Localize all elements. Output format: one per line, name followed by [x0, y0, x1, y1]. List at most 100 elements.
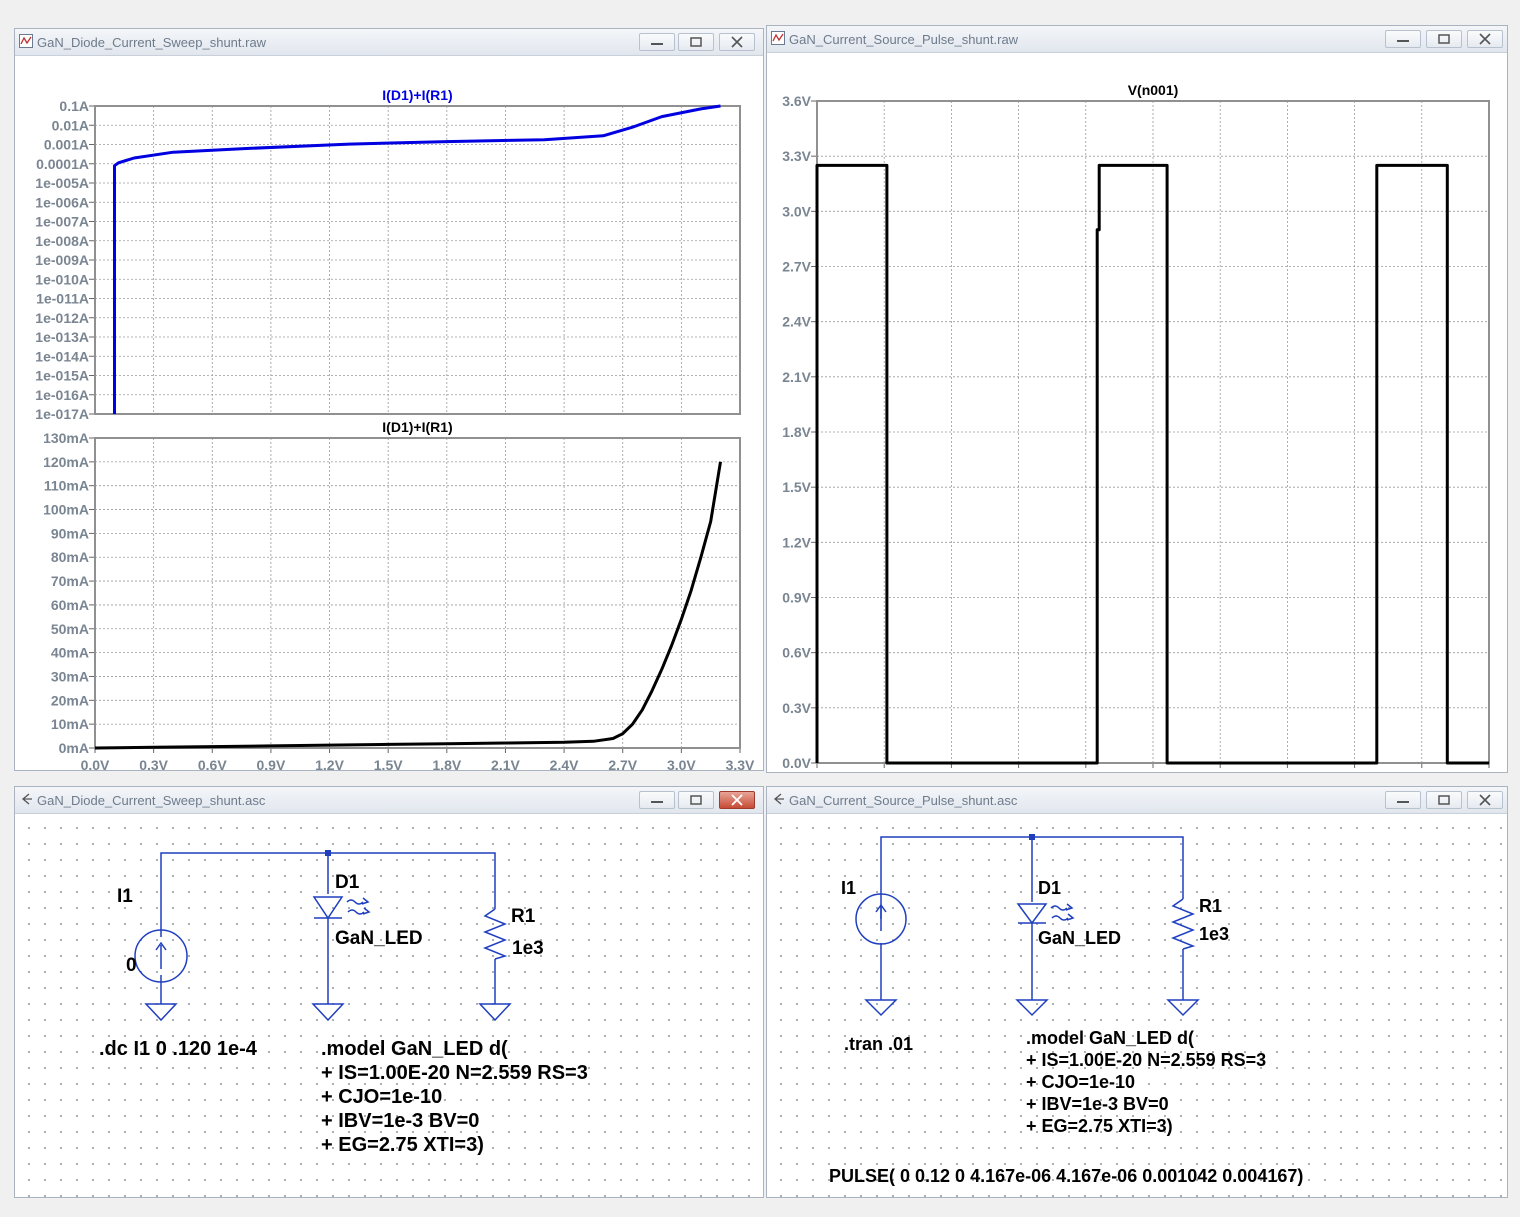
x-tick-label: 3.0V	[667, 757, 696, 770]
pulse-schematic: I1 D1 GaN_LED R1 1e3 .tran .01 .model Ga…	[829, 834, 1303, 1186]
pulse-source-value[interactable]: PULSE( 0 0.12 0 4.167e-06 4.167e-06 0.00…	[829, 1166, 1303, 1186]
resistor-symbol[interactable]	[482, 908, 508, 960]
model-line: + IS=1.00E-20 N=2.559 RS=3	[1026, 1050, 1266, 1070]
close-button[interactable]	[1467, 791, 1503, 809]
y-tick-label: 80mA	[51, 549, 89, 565]
resistor-symbol[interactable]	[1170, 898, 1196, 950]
y-tick-label: 1.5V	[782, 479, 811, 495]
ground-icon	[1015, 999, 1049, 1017]
resistor-value-label: 1e3	[512, 938, 544, 959]
minimize-icon	[651, 43, 663, 45]
maximize-button[interactable]	[678, 33, 714, 51]
y-tick-label: 1e-014A	[35, 348, 89, 364]
x-tick-label: 0.3V	[139, 757, 168, 770]
x-tick-label: 1.5V	[374, 757, 403, 770]
model-directive[interactable]: .model GaN_LED d( + IS=1.00E-20 N=2.559 …	[1026, 1028, 1266, 1136]
y-tick-label: 0mA	[59, 740, 89, 756]
y-tick-label: 90mA	[51, 525, 89, 541]
close-button[interactable]	[719, 33, 755, 51]
waveform-icon	[771, 31, 785, 45]
pulse-asc-window[interactable]: GaN_Current_Source_Pulse_shunt.asc I1 D1…	[766, 786, 1508, 1198]
model-line: + EG=2.75 XTI=3)	[321, 1134, 484, 1156]
y-tick-label: 1e-005A	[35, 175, 89, 191]
chart-title: V(n001)	[1128, 82, 1179, 98]
wires	[160, 852, 496, 1004]
x-tick-label: 2.4V	[550, 757, 579, 770]
sweep-schematic: I1 0 D1 GaN_LED R1 1e3 .dc I1 0 .120 1e-…	[99, 850, 588, 1156]
model-line: + CJO=1e-10	[321, 1086, 442, 1108]
x-tick-label: 2.7V	[608, 757, 637, 770]
diode-symbol[interactable]	[312, 896, 371, 920]
minimize-button[interactable]	[1385, 791, 1421, 809]
window-title: GaN_Diode_Current_Sweep_shunt.asc	[37, 793, 266, 808]
waveform-icon	[19, 34, 33, 48]
minimize-button[interactable]	[1385, 30, 1421, 48]
ground-icon	[311, 1003, 345, 1022]
schematic-canvas[interactable]: I1 D1 GaN_LED R1 1e3 .tran .01 .model Ga…	[767, 814, 1507, 1197]
y-tick-label: 0.001A	[44, 137, 89, 153]
y-tick-label: 1e-010A	[35, 271, 89, 287]
model-line: .model GaN_LED d(	[321, 1038, 508, 1060]
minimize-button[interactable]	[639, 791, 675, 809]
source-name-label: I1	[841, 878, 856, 898]
maximize-button[interactable]	[1426, 791, 1462, 809]
minimize-icon	[1397, 801, 1409, 803]
close-icon	[731, 36, 743, 48]
title-bar[interactable]: GaN_Diode_Current_Sweep_shunt.asc	[15, 787, 763, 814]
junction-dot[interactable]	[1029, 834, 1035, 840]
y-tick-label: 0.0V	[782, 755, 811, 771]
resistor-name-label: R1	[511, 906, 536, 927]
ground-icon	[1166, 999, 1200, 1017]
y-tick-label: 100mA	[43, 502, 89, 518]
plot-area[interactable]: 0.0V 0.3V 0.6V 0.9V 1.2V 1.5V 1.8V 2.1V 2.4V 2.7V…	[767, 53, 1507, 772]
plot-area[interactable]: 0.1A 0.01A 0.001A 0.0001A 1e-005A 1e-006A 1e-0…	[15, 56, 763, 770]
y-tick-label: 1e-006A	[35, 194, 89, 210]
maximize-button[interactable]	[678, 791, 714, 809]
close-button[interactable]	[719, 791, 755, 809]
minimize-button[interactable]	[639, 33, 675, 51]
y-tick-label: 70mA	[51, 573, 89, 589]
close-icon	[1479, 33, 1491, 45]
sweep-asc-window[interactable]: GaN_Diode_Current_Sweep_shunt.asc I1 0 D…	[14, 786, 764, 1198]
model-directive[interactable]: .model GaN_LED d( + IS=1.00E-20 N=2.559 …	[321, 1038, 588, 1156]
schematic-canvas[interactable]: I1 0 D1 GaN_LED R1 1e3 .dc I1 0 .120 1e-…	[15, 814, 763, 1197]
y-tick-label: 10mA	[51, 716, 89, 732]
y-tick-label: 0.1A	[59, 98, 89, 114]
tran-directive[interactable]: .tran .01	[844, 1034, 913, 1054]
y-tick-label: 2.7V	[782, 259, 811, 275]
pulse-raw-window[interactable]: GaN_Current_Source_Pulse_shunt.raw 0.0V 0…	[766, 25, 1508, 773]
log-current-plot: 0.1A 0.01A 0.001A 0.0001A 1e-005A 1e-006A 1e-0…	[35, 87, 741, 422]
title-bar[interactable]: GaN_Current_Source_Pulse_shunt.raw	[767, 26, 1507, 53]
close-button[interactable]	[1467, 30, 1503, 48]
linear-current-plot: 0mA 10mA 20mA 30mA 40mA 50mA 60mA 70mA 80mA 90mA 1…	[43, 419, 755, 770]
sweep-raw-window[interactable]: GaN_Diode_Current_Sweep_shunt.raw 0.1A 0.…	[14, 28, 764, 771]
title-bar[interactable]: GaN_Diode_Current_Sweep_shunt.raw	[15, 29, 763, 56]
y-tick-label: 3.3V	[782, 148, 811, 164]
pulse-chart-svg: 0.0V 0.3V 0.6V 0.9V 1.2V 1.5V 1.8V 2.1V 2.4V 2.7V…	[782, 82, 1490, 771]
y-tick-label: 1e-017A	[35, 406, 89, 422]
current-source-symbol[interactable]	[134, 929, 188, 983]
y-tick-label: 1e-011A	[36, 291, 89, 307]
y-tick-label: 1.2V	[782, 534, 811, 550]
diode-name-label: D1	[1038, 878, 1061, 898]
diode-symbol[interactable]	[1016, 903, 1075, 925]
model-line: + IBV=1e-3 BV=0	[321, 1110, 479, 1132]
y-tick-label: 0.9V	[782, 590, 811, 606]
diode-model-label: GaN_LED	[335, 928, 423, 949]
title-bar[interactable]: GaN_Current_Source_Pulse_shunt.asc	[767, 787, 1507, 814]
model-line: + IBV=1e-3 BV=0	[1026, 1094, 1169, 1114]
ground-symbols	[864, 999, 1200, 1017]
minimize-icon	[651, 801, 663, 803]
x-tick-label: 1.8V	[432, 757, 461, 770]
dc-directive[interactable]: .dc I1 0 .120 1e-4	[99, 1038, 258, 1060]
y-tick-label: 60mA	[51, 597, 89, 613]
junction-dot[interactable]	[325, 850, 331, 856]
y-tick-label: 1e-012A	[35, 310, 89, 326]
y-tick-label: 2.1V	[782, 369, 811, 385]
resistor-value-label: 1e3	[1199, 924, 1229, 944]
y-tick-label: 1e-008A	[35, 233, 89, 249]
maximize-button[interactable]	[1426, 30, 1462, 48]
chart-title: I(D1)+I(R1)	[382, 419, 452, 435]
close-icon	[1479, 794, 1491, 806]
window-title: GaN_Diode_Current_Sweep_shunt.raw	[37, 35, 267, 50]
